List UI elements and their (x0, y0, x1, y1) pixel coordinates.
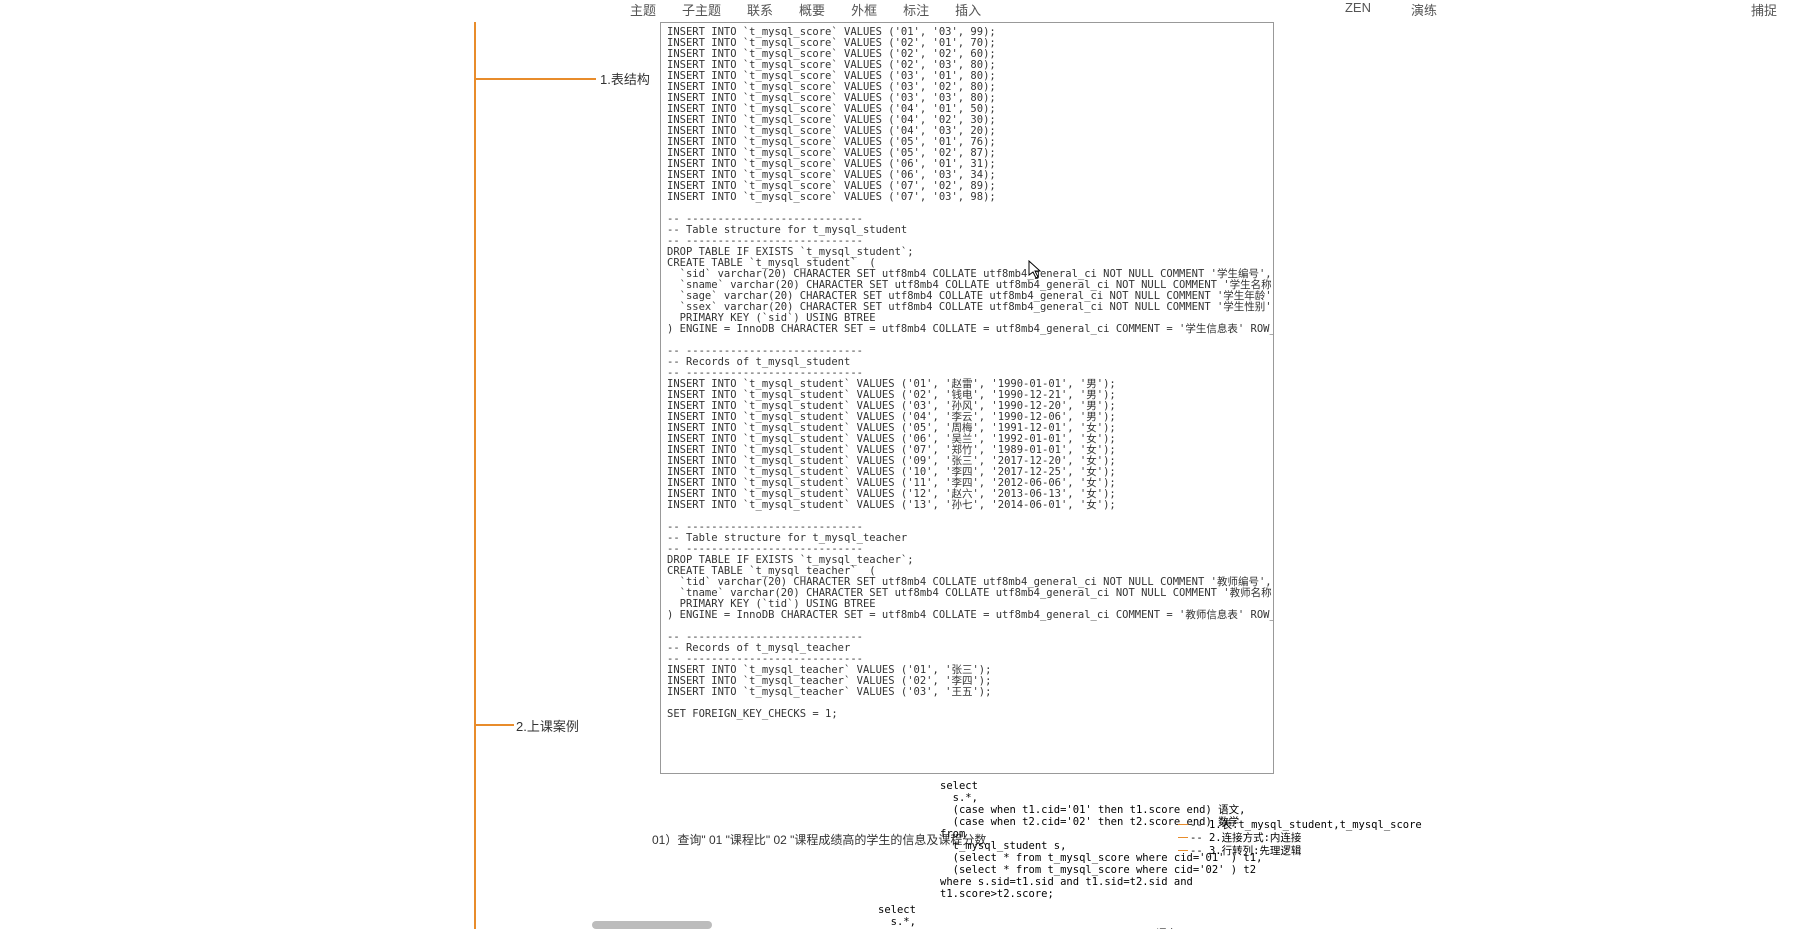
menu-right: ZEN 演练 (1345, 0, 1437, 19)
branch-line (476, 724, 514, 726)
menu-item[interactable]: 联系 (747, 0, 773, 16)
menu-item[interactable]: 主题 (630, 0, 656, 16)
top-menu: 主题 子主题 联系 概要 外框 标注 插入 (0, 0, 1817, 16)
connector-line (1178, 837, 1188, 838)
menu-item[interactable]: 外框 (851, 0, 877, 16)
connector-line (1178, 850, 1188, 851)
sql-code-node[interactable]: INSERT INTO `t_mysql_score` VALUES ('01'… (660, 22, 1274, 774)
menu-item[interactable]: 演练 (1411, 0, 1437, 19)
question-01-title[interactable]: 01）查询" 01 "课程比" 02 "课程成绩高的学生的信息及课程分数 (652, 831, 986, 848)
menu-item[interactable]: 概要 (799, 0, 825, 16)
menu-item[interactable]: 子主题 (682, 0, 721, 16)
branch-line (476, 78, 596, 80)
branch-line (474, 22, 476, 929)
menu-item[interactable]: 标注 (903, 0, 929, 16)
horizontal-scrollbar-thumb[interactable] (592, 921, 712, 929)
mouse-cursor-icon (1028, 260, 1042, 280)
node-label-2[interactable]: 2.上课案例 (516, 716, 579, 735)
mindmap-canvas[interactable]: 1.表结构 2.上课案例 INSERT INTO `t_mysql_score`… (0, 22, 1817, 929)
question-01-notes[interactable]: -- 1.表:t_mysql_student,t_mysql_score -- … (1190, 819, 1422, 858)
menu-item[interactable]: ZEN (1345, 0, 1371, 19)
question-01-code[interactable]: select s.*, (case when t1.cid='01' then … (940, 780, 1180, 900)
node-label-1[interactable]: 1.表结构 (600, 69, 650, 88)
menu-far-right[interactable]: 捕捉 (1751, 0, 1777, 19)
menu-item[interactable]: 插入 (955, 0, 981, 16)
question-02-code[interactable]: select s.*, (case when t1.cid='01' then … (878, 904, 1138, 929)
connector-line (1178, 824, 1188, 825)
